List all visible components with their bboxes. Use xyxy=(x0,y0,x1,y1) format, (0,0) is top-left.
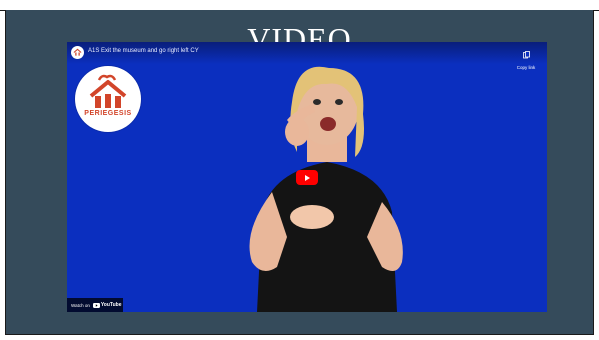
copy-icon xyxy=(522,51,530,59)
bottom-divider xyxy=(5,334,594,335)
play-icon xyxy=(305,174,310,181)
youtube-icon xyxy=(92,302,100,308)
house-logo-icon xyxy=(73,48,82,56)
channel-avatar[interactable] xyxy=(71,46,84,59)
watch-on-youtube-button[interactable]: Watch on YouTube xyxy=(67,298,123,312)
copy-link-label: Copy link xyxy=(516,65,536,70)
video-title[interactable]: A1S Exit the museum and go right left CY xyxy=(88,48,199,54)
logo-text: PERIEGESIS xyxy=(84,110,132,117)
logo-house-icon xyxy=(89,74,127,108)
youtube-wordmark: YouTube xyxy=(100,302,122,308)
signer-figure xyxy=(249,66,403,312)
youtube-logo: YouTube xyxy=(92,302,122,308)
periegesis-logo: PERIEGESIS xyxy=(75,66,141,132)
embedded-video-player[interactable]: A1S Exit the museum and go right left CY… xyxy=(67,42,547,312)
copy-link-button[interactable]: Copy link xyxy=(511,46,541,70)
play-button[interactable] xyxy=(296,170,318,185)
watch-on-label: Watch on xyxy=(71,302,90,308)
